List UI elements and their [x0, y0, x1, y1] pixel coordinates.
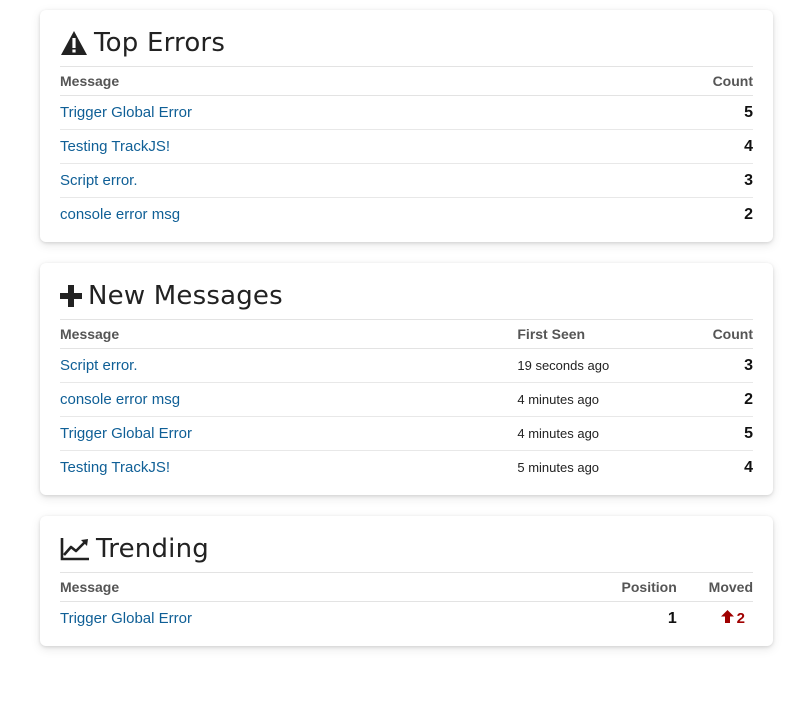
moved-value: 2	[736, 610, 745, 627]
table-row: console error msg 4 minutes ago 2	[60, 382, 753, 417]
column-header-message: Message	[60, 572, 601, 602]
trending-title-text: Trending	[96, 534, 209, 564]
error-count: 2	[744, 205, 753, 223]
top-errors-card: Top Errors Message Count Trigger Global …	[40, 10, 773, 242]
table-header-row: Message Position Moved	[60, 572, 753, 602]
message-link[interactable]: Testing TrackJS!	[60, 459, 170, 476]
table-row: Trigger Global Error 4 minutes ago 5	[60, 416, 753, 451]
new-messages-title-text: New Messages	[88, 281, 283, 311]
trend-moved: 2	[677, 602, 753, 636]
first-seen: 4 minutes ago	[517, 416, 670, 451]
first-seen: 4 minutes ago	[517, 382, 670, 417]
table-row: Trigger Global Error 5	[60, 95, 753, 130]
trending-table: Message Position Moved Trigger Global Er…	[60, 572, 753, 635]
top-errors-title-text: Top Errors	[94, 28, 226, 58]
table-row: Script error. 3	[60, 163, 753, 198]
message-link[interactable]: console error msg	[60, 391, 180, 408]
column-header-count: Count	[669, 319, 753, 349]
top-errors-table: Message Count Trigger Global Error 5 Tes…	[60, 66, 753, 231]
message-count: 5	[669, 416, 753, 451]
column-header-position: Position	[600, 572, 677, 602]
error-count: 3	[590, 163, 753, 198]
column-header-moved: Moved	[676, 572, 753, 602]
error-message-link[interactable]: console error msg	[60, 206, 180, 223]
error-message-link[interactable]: Testing TrackJS!	[60, 138, 170, 155]
message-link[interactable]: Trigger Global Error	[60, 610, 192, 627]
plus-icon	[60, 285, 82, 307]
message-count: 3	[669, 348, 753, 383]
column-header-message: Message	[60, 66, 591, 96]
column-header-count: Count	[590, 66, 753, 96]
error-count: 4	[590, 129, 753, 164]
message-link[interactable]: Script error.	[60, 357, 138, 374]
message-link[interactable]: Trigger Global Error	[60, 425, 192, 442]
line-chart-icon	[60, 537, 90, 561]
table-row: Testing TrackJS! 5 minutes ago 4	[60, 451, 753, 485]
top-errors-title: Top Errors	[60, 26, 753, 60]
error-message-link[interactable]: Trigger Global Error	[60, 104, 192, 121]
table-row: Trigger Global Error 1 2	[60, 602, 753, 636]
column-header-message: Message	[60, 319, 518, 349]
new-messages-title: New Messages	[60, 279, 753, 313]
table-row: Testing TrackJS! 4	[60, 129, 753, 164]
first-seen: 19 seconds ago	[517, 348, 670, 383]
trending-card: Trending Message Position Moved Trigger …	[40, 516, 773, 646]
table-row: console error msg 2	[60, 198, 753, 232]
table-row: Script error. 19 seconds ago 3	[60, 348, 753, 383]
table-header-row: Message Count	[60, 66, 753, 96]
column-header-first-seen: First Seen	[517, 319, 670, 349]
arrow-up-icon	[720, 610, 734, 627]
table-header-row: Message First Seen Count	[60, 319, 753, 349]
error-message-link[interactable]: Script error.	[60, 172, 138, 189]
new-messages-table: Message First Seen Count Script error. 1…	[60, 319, 753, 484]
trend-position: 1	[667, 609, 677, 627]
trending-title: Trending	[60, 532, 753, 566]
first-seen: 5 minutes ago	[517, 460, 600, 475]
warning-icon	[60, 30, 88, 56]
message-count: 2	[669, 382, 753, 417]
error-count: 5	[590, 95, 753, 130]
message-count: 4	[744, 458, 753, 476]
new-messages-card: New Messages Message First Seen Count Sc…	[40, 263, 773, 495]
